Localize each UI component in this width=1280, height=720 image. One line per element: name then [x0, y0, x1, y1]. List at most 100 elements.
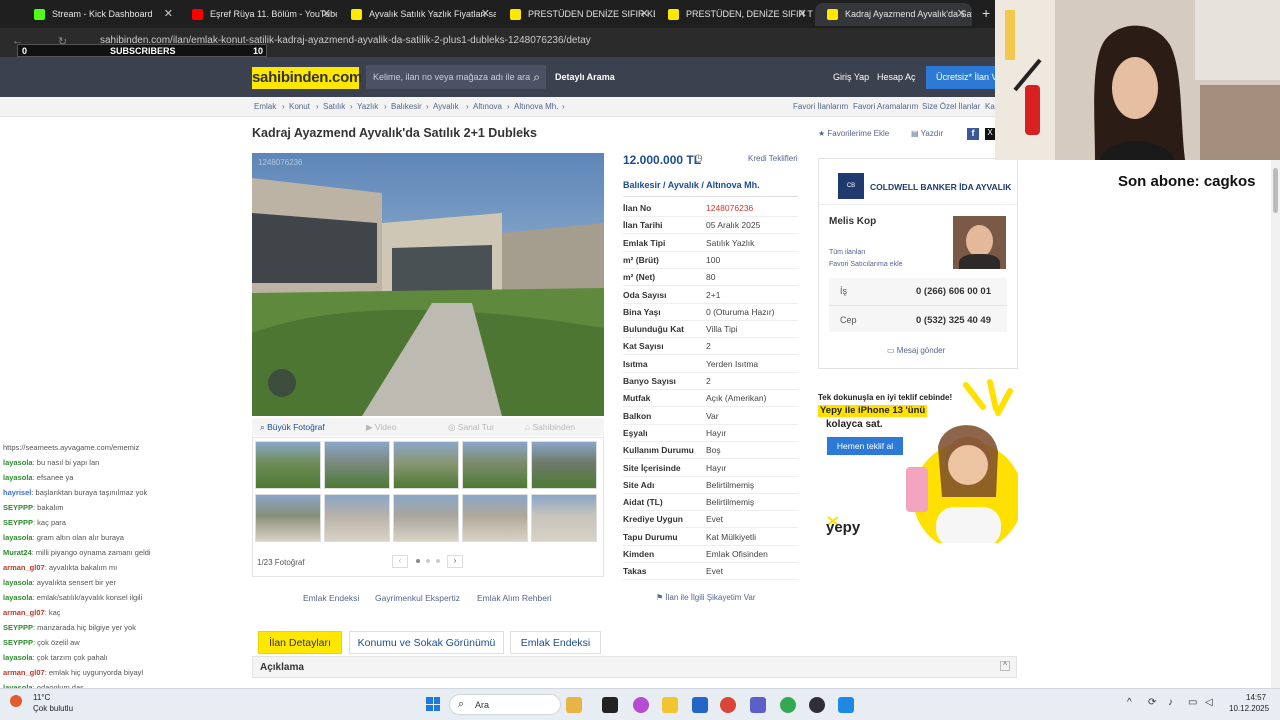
search-input[interactable]: Kelime, ilan no veya mağaza adı ile ara … [366, 65, 546, 89]
quick-link[interactable]: Favori Aramalarım [853, 102, 918, 111]
new-tab-button[interactable]: + [982, 5, 990, 21]
collapse-icon[interactable]: ^ [1000, 661, 1010, 671]
breadcrumb-item[interactable]: Emlak [254, 102, 276, 111]
browser-tab[interactable]: Ayvalık Satılık Yazlık Fiyatları sa ✕ [339, 3, 496, 26]
photo-thumbnail[interactable] [324, 441, 390, 489]
browser-tab[interactable]: PRESTÜDEN, DENİZE SIFIR TÜZ ✕ [656, 3, 813, 26]
complaint-link[interactable]: ⚑ İlan ile İlgili Şikayetim Var [656, 593, 756, 602]
gallery-next-button[interactable]: › [447, 555, 463, 568]
tab-close-icon[interactable]: ✕ [798, 3, 807, 26]
quick-link[interactable]: Favori İlanlarım [793, 102, 848, 111]
photo-thumbnail[interactable] [255, 494, 321, 542]
clock-date[interactable]: 10.12.2025 [1229, 704, 1269, 713]
post-ad-button[interactable]: Ücretsiz* İlan Ver [926, 66, 995, 89]
photo-thumbnail[interactable] [531, 441, 597, 489]
alim-rehberi-link[interactable]: Emlak Alım Rehberi [477, 593, 552, 603]
tab-close-icon[interactable]: ✕ [322, 3, 331, 26]
photo-thumbnail[interactable] [393, 441, 459, 489]
copilot-icon[interactable] [633, 697, 649, 713]
tab-close-icon[interactable]: ✕ [640, 3, 649, 26]
photo-thumbnail[interactable] [462, 441, 528, 489]
location-city[interactable]: Balıkesir [623, 180, 661, 190]
big-photo-button[interactable]: ⌕ Büyük Fotoğraf [260, 422, 325, 433]
photo-thumbnail[interactable] [393, 494, 459, 542]
browser-tab[interactable]: Stream - Kick Dashboard ✕ [22, 3, 179, 26]
yepy-ad-banner[interactable]: Tek dokunuşla en iyi teklif cebinde! Yep… [818, 377, 1018, 543]
emlak-endeksi-link[interactable]: Emlak Endeksi [303, 593, 359, 603]
taskbar-search[interactable]: ⌕ Ara [449, 694, 561, 715]
login-link[interactable]: Giriş Yap [833, 72, 869, 82]
all-listings-link[interactable]: Tüm ilanları [829, 249, 866, 256]
tab-ilan-detaylari[interactable]: İlan Detayları [258, 631, 342, 654]
volume-icon[interactable]: ◁ [1205, 697, 1213, 708]
gallery-dot[interactable] [416, 559, 420, 563]
phone-work[interactable]: 0 (266) 606 00 01 [916, 286, 991, 297]
gallery-dot[interactable] [426, 559, 430, 563]
photo-thumbnail[interactable] [255, 441, 321, 489]
browser-tab[interactable]: PRESTÜDEN DENİZE SIFIR KENDİ✕ [498, 3, 655, 26]
ad-cta-button[interactable]: Hemen teklif al [827, 437, 903, 455]
browser-tab[interactable]: Eşref Rüya 11. Bölüm - YouTube ✕ [180, 3, 337, 26]
tab-close-icon[interactable]: ✕ [957, 3, 966, 26]
chrome-active-icon[interactable] [780, 697, 796, 713]
photo-thumbnail[interactable] [531, 494, 597, 542]
favorite-seller-link[interactable]: Favori Satıcılarıma ekle [829, 261, 903, 268]
obs-icon[interactable] [809, 697, 825, 713]
weather-temp[interactable]: 11°C [33, 693, 50, 702]
file-explorer-icon[interactable] [662, 697, 678, 713]
breadcrumb-item[interactable]: Yazlık [357, 102, 378, 111]
mic-icon[interactable]: ♪ [1168, 697, 1173, 708]
tray-chevron-icon[interactable]: ^ [1127, 697, 1132, 708]
location-district[interactable]: Ayvalık [668, 180, 699, 190]
gallery-prev-button[interactable]: ‹ [392, 555, 408, 568]
add-favorite-link[interactable]: ★ Favorilerime Ekle [818, 129, 889, 138]
breadcrumb-item[interactable]: Altınova [473, 102, 502, 111]
description-section-header[interactable]: Açıklama ^ [252, 656, 1017, 678]
video-button[interactable]: ▶ Video [366, 422, 397, 433]
app-icon[interactable] [838, 697, 854, 713]
tab-close-icon[interactable]: ✕ [481, 3, 490, 26]
phone-mobile[interactable]: 0 (532) 325 40 49 [916, 315, 991, 326]
scrollbar-thumb[interactable] [1273, 168, 1278, 213]
page-scrollbar[interactable] [1271, 160, 1280, 688]
tab-emlak-endeksi[interactable]: Emlak Endeksi [510, 631, 601, 654]
tray-sync-icon[interactable]: ⟳ [1148, 697, 1156, 708]
facebook-icon[interactable]: f [967, 128, 979, 140]
clock-time[interactable]: 14:57 [1246, 693, 1266, 702]
credit-offers-link[interactable]: Kredi Teklifleri [748, 154, 798, 163]
chrome-icon[interactable] [720, 697, 736, 713]
ekspertiz-link[interactable]: Gayrimenkul Ekspertiz [375, 593, 460, 603]
weather-icon[interactable] [10, 695, 22, 707]
teams-icon[interactable] [750, 697, 766, 713]
office-name[interactable]: COLDWELL BANKER İDA AYVALIK [870, 182, 1011, 192]
office-logo[interactable]: CB [838, 173, 864, 199]
network-icon[interactable]: ▭ [1188, 697, 1197, 708]
sahibinden-button[interactable]: ⌂ Sahibinden [525, 422, 575, 432]
breadcrumb-item[interactable]: Balıkesir [391, 102, 422, 111]
photo-thumbnail[interactable] [324, 494, 390, 542]
virtual-tour-button[interactable]: ◎ Sanal Tur [448, 422, 494, 433]
breadcrumb-item[interactable]: Satılık [323, 102, 345, 111]
weather-text[interactable]: Çok bulutlu [33, 704, 73, 713]
breadcrumb-item[interactable]: Altınova Mh. [514, 102, 558, 111]
print-link[interactable]: ▤ Yazdır [911, 129, 943, 138]
gallery-dot[interactable] [436, 559, 440, 563]
location-neighborhood[interactable]: Altınova Mh. [706, 180, 760, 190]
start-icon[interactable] [426, 697, 440, 711]
x-share-icon[interactable]: X [985, 128, 995, 140]
tab-close-icon[interactable]: ✕ [164, 3, 173, 26]
breadcrumb-item[interactable]: Ayvalık [433, 102, 459, 111]
browser-tab[interactable]: Kadraj Ayazmend Ayvalık'da Sat ✕ [815, 3, 972, 26]
task-view-icon[interactable] [602, 697, 618, 713]
price-history-icon[interactable]: ◷ [694, 153, 703, 164]
search-icon[interactable]: ⌕ [533, 65, 540, 89]
register-link[interactable]: Hesap Aç [877, 72, 916, 82]
main-photo[interactable]: 1248076236 [252, 153, 604, 416]
quick-link[interactable]: Size Özel İlanlar [922, 102, 980, 111]
photo-thumbnail[interactable] [462, 494, 528, 542]
store-icon[interactable] [692, 697, 708, 713]
detayli-arama-link[interactable]: Detaylı Arama [555, 72, 615, 82]
site-logo[interactable]: sahibinden.com [252, 67, 362, 89]
breadcrumb-item[interactable]: Konut [289, 102, 310, 111]
widget-icon[interactable] [566, 697, 582, 713]
